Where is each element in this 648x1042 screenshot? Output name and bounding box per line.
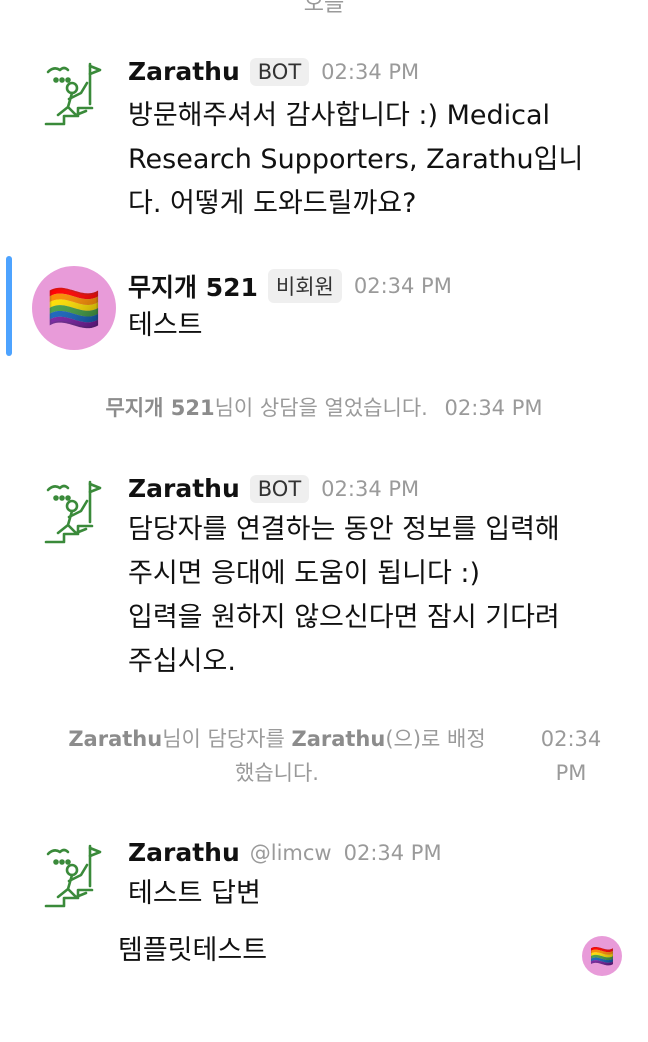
sender-name[interactable]: Zarathu bbox=[128, 474, 240, 503]
message-body: 방문해주셔서 감사합니다 :) Medical Research Support… bbox=[128, 100, 584, 219]
template-message: 템플릿테스트 bbox=[118, 935, 268, 966]
zarathu-logo-icon bbox=[44, 480, 102, 544]
date-divider-partial: 오늘 bbox=[303, 0, 345, 17]
sender-name[interactable]: Zarathu bbox=[128, 57, 240, 86]
message-body: 담당자를 연결하는 동안 정보를 입력해 주시면 응대에 도움이 됩니다 :) … bbox=[128, 514, 560, 677]
rainbow-flag-icon[interactable]: 🏳️‍🌈 bbox=[32, 266, 116, 350]
message-time: 02:34 PM bbox=[321, 59, 420, 84]
message-time: 02:34 PM bbox=[321, 476, 420, 501]
zarathu-logo-icon bbox=[44, 62, 102, 126]
sender-handle: @limcw bbox=[249, 840, 332, 865]
guest-badge: 비회원 bbox=[267, 269, 342, 303]
message-body: 테스트 답변 bbox=[128, 878, 261, 909]
sender-name[interactable]: 무지개 521 bbox=[128, 268, 258, 304]
chat-thread: 오늘 Zarathu BOT 02:34 PM 방문해주셔서 감사합니다:) … bbox=[0, 0, 648, 1042]
read-receipt-avatar: 🏳️‍🌈 bbox=[582, 936, 622, 976]
sender-name[interactable]: Zarathu bbox=[128, 838, 240, 867]
message-time: 02:34 PM bbox=[343, 840, 442, 865]
system-event-opened: 무지개 521님이 상담을 열었습니다. 02:34 PM bbox=[105, 396, 543, 420]
bot-badge: BOT bbox=[249, 474, 310, 503]
highlight-bar bbox=[6, 256, 12, 356]
message-time: 02:34 PM bbox=[353, 274, 452, 298]
zarathu-logo-icon bbox=[44, 844, 102, 908]
message-body: 테스트 bbox=[128, 310, 203, 341]
bot-badge: BOT bbox=[249, 57, 310, 86]
